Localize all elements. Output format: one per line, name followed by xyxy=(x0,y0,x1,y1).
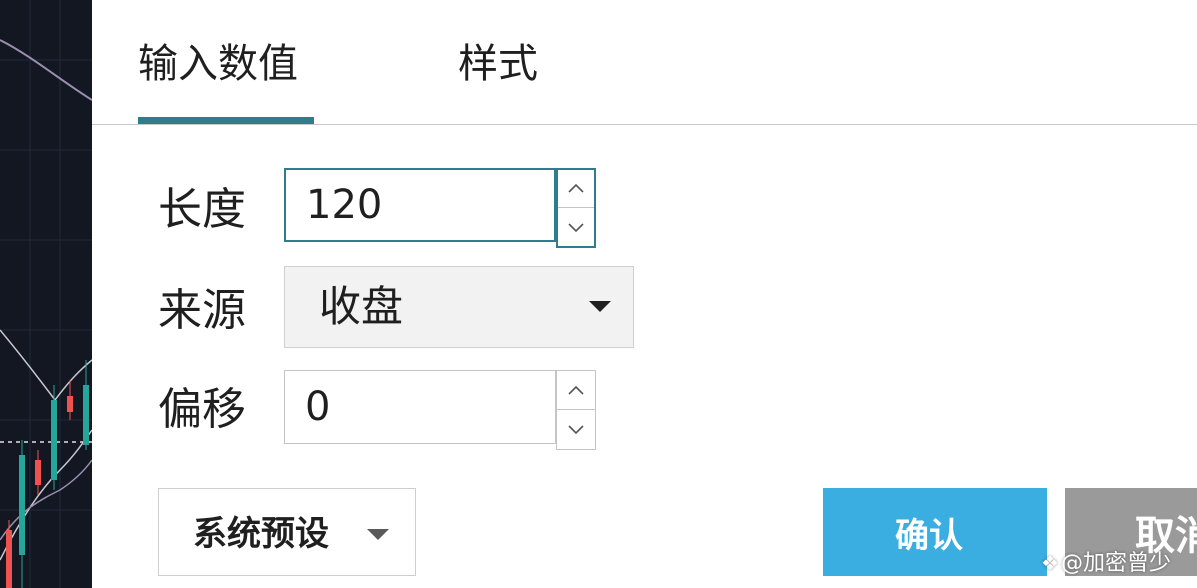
tab-bar: 输入数值 样式 xyxy=(92,0,1197,125)
candles xyxy=(6,360,89,588)
system-preset-label: 系统预设 xyxy=(193,514,329,554)
ma-line-top xyxy=(0,39,92,101)
confirm-button[interactable]: 确认 xyxy=(823,488,1047,576)
length-stepper xyxy=(556,168,596,248)
ma-line-purple xyxy=(0,459,92,541)
offset-decrement-button[interactable] xyxy=(557,410,595,449)
source-select-value: 收盘 xyxy=(319,282,404,331)
chart-grid xyxy=(0,0,92,588)
caret-down-icon xyxy=(589,301,611,312)
tab-inputs[interactable]: 输入数值 xyxy=(138,40,298,88)
indicator-settings-dialog: 输入数值 样式 长度 来源 收盘 偏移 系统预设 确认 取消 xyxy=(92,0,1197,588)
system-preset-button[interactable]: 系统预设 xyxy=(158,488,416,576)
chevron-down-icon xyxy=(568,222,584,232)
offset-input[interactable] xyxy=(284,370,556,444)
length-input[interactable] xyxy=(284,168,556,242)
ma-line-lower xyxy=(0,429,92,561)
caret-down-icon xyxy=(367,529,389,540)
length-label: 长度 xyxy=(158,184,246,235)
chevron-up-icon xyxy=(568,184,584,193)
confirm-label: 确认 xyxy=(895,516,963,556)
source-select[interactable]: 收盘 xyxy=(284,266,634,348)
watermark-text: @加密曾少 xyxy=(1060,551,1171,576)
length-increment-button[interactable] xyxy=(558,170,594,208)
offset-increment-button[interactable] xyxy=(557,371,595,410)
source-label: 来源 xyxy=(158,285,246,336)
chart-background xyxy=(0,0,92,588)
tab-style[interactable]: 样式 xyxy=(458,40,538,88)
offset-label: 偏移 xyxy=(158,384,246,435)
length-decrement-button[interactable] xyxy=(558,208,594,246)
chevron-down-icon xyxy=(568,425,584,434)
watermark: ❖@加密曾少 xyxy=(1041,548,1171,579)
ma-line-white xyxy=(0,329,92,402)
offset-stepper xyxy=(556,370,596,450)
active-tab-indicator xyxy=(138,117,314,124)
chevron-up-icon xyxy=(568,385,584,395)
chart-canvas xyxy=(0,0,92,588)
watermark-logo-icon: ❖ xyxy=(1041,551,1059,575)
